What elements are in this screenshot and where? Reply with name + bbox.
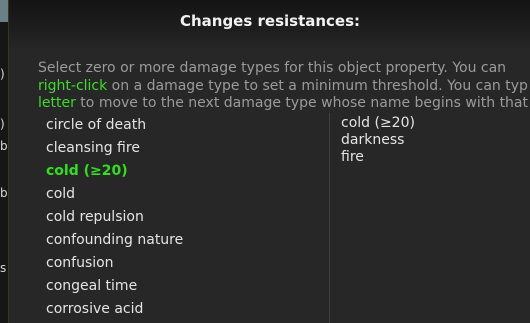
letter-hint: letter [38,95,76,111]
dialog-description: Select zero or more damage types for thi… [38,60,530,113]
list-item[interactable]: cold [39,183,321,206]
bg-char: b [0,139,8,153]
description-line-3-rest: to move to the next damage type whose na… [75,95,528,111]
dialog-title: Changes resistances: [179,12,361,30]
resistances-dialog: Changes resistances: Select zero or more… [8,0,530,323]
description-line-2: right-click on a damage type to set a mi… [38,78,530,96]
bg-char: b [0,186,8,200]
list-item[interactable]: congeal time [39,275,321,298]
description-line-2-rest: on a damage type to set a minimum thresh… [107,77,528,94]
selected-list-item[interactable]: fire [330,149,530,166]
selected-list-item[interactable]: cold (≥20) [330,115,530,132]
description-line-1: Select zero or more damage types for thi… [38,60,507,76]
bg-char: s [0,261,7,275]
list-item[interactable]: confusion [39,252,321,275]
available-damage-types-list[interactable]: circle of death cleansing fire cold (≥20… [39,113,321,323]
right-click-hint: right-click [38,77,108,94]
bg-char: ) [0,67,5,81]
list-item[interactable]: cleansing fire [39,137,321,160]
list-item[interactable]: confounding nature [39,229,321,252]
description-line-3: letter to move to the next damage type w… [38,95,530,113]
selected-damage-types-list[interactable]: cold (≥20) darkness fire [329,113,530,323]
bg-char: ) [0,117,5,131]
list-item[interactable]: corrosive acid [39,298,321,321]
list-item[interactable]: cold repulsion [39,206,321,229]
selected-list-item[interactable]: darkness [330,132,530,149]
list-item-selected[interactable]: cold (≥20) [39,160,321,183]
list-item[interactable]: circle of death [39,114,321,137]
